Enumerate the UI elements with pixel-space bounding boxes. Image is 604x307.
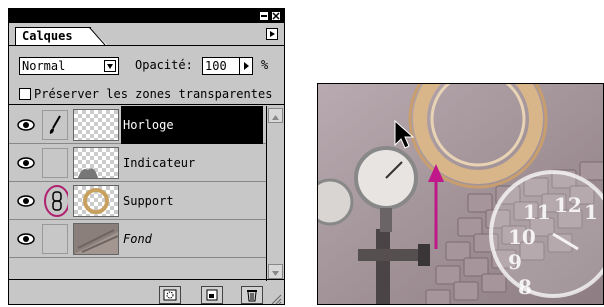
visibility-toggle[interactable] <box>13 186 39 216</box>
layer-link-cell[interactable] <box>42 185 68 217</box>
palette-title-bar[interactable] <box>9 9 284 23</box>
eye-icon <box>17 233 35 245</box>
minimize-button[interactable] <box>259 11 269 21</box>
composite-photo: 11 12 1 10 9 8 <box>317 83 604 305</box>
layer-name[interactable]: Fond <box>121 220 263 258</box>
layer-name[interactable]: Support <box>121 182 263 220</box>
eye-icon <box>17 119 35 131</box>
transparency-checker <box>74 110 118 140</box>
visibility-toggle[interactable] <box>13 148 39 178</box>
preserve-transparency-option[interactable]: Préserver les zones transparentes <box>19 87 272 101</box>
tab-edge <box>89 27 107 45</box>
visibility-toggle[interactable] <box>13 110 39 140</box>
minimize-icon <box>261 15 267 17</box>
layer-list-scrollbar[interactable] <box>266 106 284 281</box>
layer-brush-cell[interactable] <box>42 110 68 140</box>
visibility-toggle[interactable] <box>13 224 39 254</box>
layer-thumbnail <box>73 223 119 255</box>
clock-numeral: 8 <box>518 275 532 299</box>
layer-list: Horloge Indicateur Support Fond <box>9 106 266 279</box>
arrow-up-icon <box>272 115 279 120</box>
layer-row-fond[interactable]: Fond <box>9 220 266 258</box>
layers-palette: Calques Normal Opacité: 100 % Préserver … <box>8 8 285 305</box>
preserve-transparency-checkbox[interactable] <box>19 88 31 100</box>
transparency-checker <box>74 186 118 216</box>
background-thumbnail <box>74 224 119 254</box>
paintbrush-icon <box>49 115 61 134</box>
clock-numeral: 11 <box>523 200 551 224</box>
blend-mode-select[interactable]: Normal <box>19 57 119 75</box>
clock-numeral: 12 <box>554 193 582 217</box>
opacity-slider-button[interactable] <box>239 57 253 75</box>
tab-row: Calques <box>9 23 284 46</box>
layer-row-support[interactable]: Support <box>9 182 266 220</box>
new-layer-button[interactable] <box>201 286 223 304</box>
layer-link-cell[interactable] <box>42 224 68 254</box>
layer-thumbnail <box>73 147 119 179</box>
chevron-down-icon <box>104 60 116 72</box>
layer-mask-button[interactable] <box>159 286 181 304</box>
scroll-up-button[interactable] <box>268 108 283 123</box>
trash-icon <box>247 290 257 302</box>
clock-numeral: 10 <box>508 225 536 249</box>
close-icon <box>272 12 280 20</box>
opacity-unit: % <box>261 58 269 72</box>
tab-layers[interactable]: Calques <box>15 27 91 45</box>
layer-name[interactable]: Horloge <box>121 106 263 144</box>
palette-bottom-bar <box>9 279 284 307</box>
divider <box>9 104 284 105</box>
preserve-transparency-label: Préserver les zones transparentes <box>34 87 273 101</box>
close-button[interactable] <box>271 11 281 21</box>
new-layer-icon <box>206 289 218 301</box>
opacity-label: Opacité: <box>135 58 193 72</box>
clock-numeral: 1 <box>584 200 598 224</box>
eye-icon <box>17 157 35 169</box>
layer-name[interactable]: Indicateur <box>121 144 263 182</box>
scroll-down-button[interactable] <box>268 264 283 279</box>
mask-icon <box>163 289 177 301</box>
delete-layer-button[interactable] <box>241 286 263 304</box>
transparency-checker <box>74 148 118 178</box>
photo-canvas: 11 12 1 10 9 8 <box>318 84 603 304</box>
layer-row-horloge[interactable]: Horloge <box>9 106 266 144</box>
layer-row-indicateur[interactable]: Indicateur <box>9 144 266 182</box>
layer-thumbnail <box>73 109 119 141</box>
blend-mode-value: Normal <box>22 59 66 73</box>
opacity-input[interactable]: 100 <box>202 57 240 75</box>
clock-numeral: 9 <box>508 250 522 274</box>
resize-grip-icon[interactable] <box>270 293 282 305</box>
layer-thumbnail <box>73 185 119 217</box>
palette-menu-button[interactable] <box>266 28 278 40</box>
layer-link-cell[interactable] <box>42 148 68 178</box>
eye-icon <box>17 195 35 207</box>
link-icon <box>44 185 68 217</box>
